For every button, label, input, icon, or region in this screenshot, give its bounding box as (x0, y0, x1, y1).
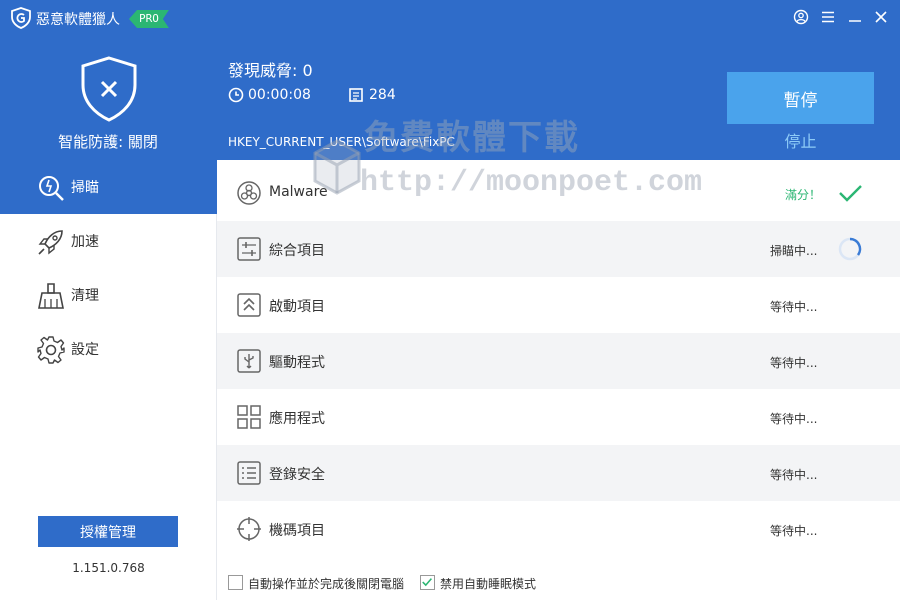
disable-sleep-checkbox[interactable] (420, 575, 435, 590)
pause-button[interactable]: 暫停 (727, 72, 874, 124)
scan-item-label: 驅動程式 (269, 355, 325, 371)
gear-icon (37, 336, 65, 364)
check-icon (839, 185, 862, 202)
sidebar: 掃瞄 加速 清理 設定 授權管理 1.151.0.768 (0, 160, 217, 600)
account-button[interactable] (792, 8, 810, 26)
smart-protection-status: 智能防護: 關閉 (58, 133, 158, 151)
protection-off-shield-icon (81, 56, 137, 122)
sliders-icon (237, 237, 261, 261)
clock-icon (228, 87, 244, 103)
startup-icon (237, 293, 261, 317)
checkmark-icon (422, 578, 432, 587)
sidebar-item-clean[interactable]: 清理 (0, 268, 217, 322)
scan-item-status: 掃瞄中... (770, 244, 818, 258)
scan-row-registry-security: 登錄安全 等待中... (217, 445, 900, 501)
scan-row-drivers: 驅動程式 等待中... (217, 333, 900, 389)
app-logo-icon (11, 7, 31, 29)
scan-item-status: 等待中... (770, 524, 818, 538)
scan-row-startup: 啟動項目 等待中... (217, 277, 900, 333)
shutdown-after-scan-checkbox[interactable] (228, 575, 243, 590)
header: 惡意軟體獵人 PRO 智能防護: 關閉 發現威脅: 0 00:00:08 284… (0, 0, 900, 160)
elapsed-time: 00:00:08 (248, 87, 311, 103)
sidebar-item-settings[interactable]: 設定 (0, 322, 217, 376)
pro-badge: PRO (129, 10, 169, 28)
scan-icon (39, 176, 64, 201)
threats-found: 發現威脅: 0 (228, 61, 313, 80)
scan-item-status: 滿分！ (785, 188, 822, 202)
registry-list-icon (237, 461, 261, 485)
scan-row-applications: 應用程式 等待中... (217, 389, 900, 445)
sidebar-item-label: 清理 (71, 288, 99, 304)
scan-row-malware: Malware 滿分！ (217, 165, 900, 221)
scanned-count: 284 (369, 87, 396, 103)
scan-row-general: 綜合項目 掃瞄中... (217, 221, 900, 277)
shutdown-after-scan-label: 自動操作並於完成後關閉電腦 (248, 577, 405, 591)
user-icon (793, 9, 809, 25)
scan-item-status: 等待中... (770, 412, 818, 426)
app-title: 惡意軟體獵人 (36, 12, 120, 28)
sidebar-item-speedup[interactable]: 加速 (0, 214, 217, 268)
scan-item-status: 等待中... (770, 300, 818, 314)
version-label: 1.151.0.768 (72, 561, 145, 575)
broom-icon (38, 283, 64, 309)
scan-item-label: Malware (269, 184, 328, 200)
sidebar-item-label: 加速 (71, 234, 99, 250)
current-scan-path: HKEY_CURRENT_USER\Software\FixPC (228, 135, 455, 149)
menu-icon (822, 11, 834, 23)
scan-item-status: 等待中... (770, 356, 818, 370)
close-icon (875, 11, 887, 23)
scan-item-label: 應用程式 (269, 411, 325, 427)
menu-button[interactable] (819, 8, 837, 26)
footer-options: 自動操作並於完成後關閉電腦 禁用自動睡眠模式 (217, 566, 900, 600)
scan-item-label: 綜合項目 (269, 243, 325, 259)
crosshair-icon (237, 517, 261, 541)
disable-sleep-label: 禁用自動睡眠模式 (440, 577, 537, 591)
title-bar: 惡意軟體獵人 PRO (0, 0, 900, 36)
minimize-button[interactable] (846, 8, 864, 26)
scan-item-status: 等待中... (770, 468, 818, 482)
scan-item-label: 啟動項目 (269, 299, 325, 315)
sidebar-item-scan[interactable]: 掃瞄 (0, 160, 217, 214)
scan-item-label: 登錄安全 (269, 467, 325, 483)
rocket-icon (38, 230, 63, 255)
stop-link[interactable]: 停止 (727, 128, 874, 152)
scan-row-registry-keys: 機碼項目 等待中... (217, 501, 900, 557)
minimize-icon (849, 20, 861, 22)
sidebar-item-label: 掃瞄 (71, 180, 99, 196)
biohazard-icon (237, 181, 261, 205)
document-icon (349, 88, 363, 102)
apps-grid-icon (237, 405, 261, 429)
close-button[interactable] (872, 8, 890, 26)
spinner-icon (838, 237, 862, 261)
scan-item-label: 機碼項目 (269, 523, 325, 539)
license-management-button[interactable]: 授權管理 (38, 516, 178, 547)
usb-icon (237, 349, 261, 373)
sidebar-item-label: 設定 (71, 342, 99, 358)
